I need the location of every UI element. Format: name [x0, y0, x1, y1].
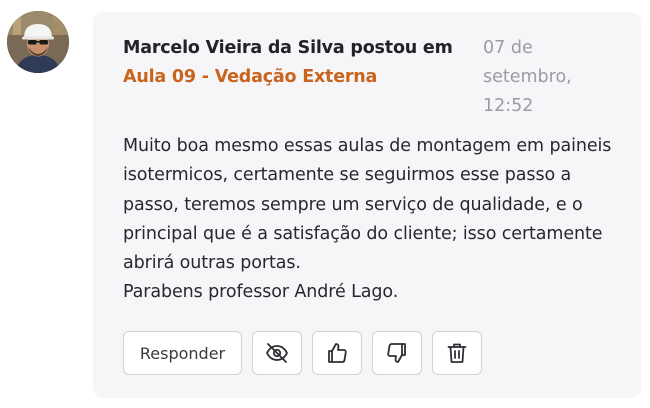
trash-icon	[447, 343, 467, 363]
dislike-button[interactable]	[372, 331, 422, 375]
action-verb: postou em	[350, 38, 453, 58]
lesson-link[interactable]: Aula 09 - Vedação Externa	[123, 67, 377, 87]
reply-button[interactable]: Responder	[123, 331, 242, 375]
like-button[interactable]	[312, 331, 362, 375]
comment-paragraph: Muito boa mesmo essas aulas de montagem …	[123, 136, 612, 274]
thumbs-down-icon	[387, 343, 406, 363]
thumbs-up-icon	[328, 343, 347, 363]
comment-actions: Responder	[123, 331, 482, 377]
author-name[interactable]: Marcelo Vieira da Silva	[123, 38, 345, 58]
comment-body: Muito boa mesmo essas aulas de montagem …	[123, 132, 623, 308]
comment-date: 07 de setembro, 12:52	[483, 38, 572, 116]
delete-button[interactable]	[432, 331, 482, 375]
comment-title: Marcelo Vieira da Silva postou em Aula 0…	[123, 34, 479, 92]
avatar	[7, 11, 69, 73]
comment-card: Marcelo Vieira da Silva postou em Aula 0…	[93, 12, 641, 398]
eye-off-icon	[266, 343, 288, 363]
comment-paragraph: Parabens professor André Lago.	[123, 282, 399, 303]
comment-thread: Marcelo Vieira da Silva postou em Aula 0…	[0, 0, 650, 408]
hide-button[interactable]	[252, 331, 302, 375]
